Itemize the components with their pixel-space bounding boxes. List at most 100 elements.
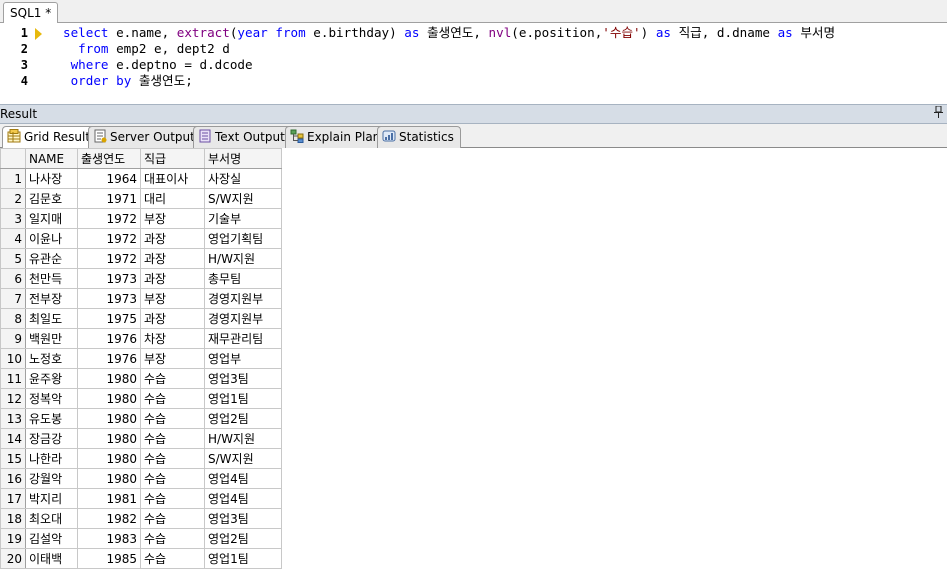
table-row[interactable]: 5 유관순 1972 과장 H/W지원 [0,248,282,269]
cell-department[interactable]: 영업3팀 [204,368,282,389]
cell-department[interactable]: 영업기획팀 [204,228,282,249]
table-row[interactable]: 12 정복악 1980 수습 영업1팀 [0,388,282,409]
cell-department[interactable]: 경영지원부 [204,308,282,329]
cell-birth-year[interactable]: 1980 [77,468,141,489]
cell-birth-year[interactable]: 1975 [77,308,141,329]
cell-position[interactable]: 과장 [140,228,205,249]
table-row[interactable]: 1 나사장 1964 대표이사 사장실 [0,168,282,189]
cell-birth-year[interactable]: 1981 [77,488,141,509]
row-number-cell[interactable]: 8 [0,308,26,329]
cell-department[interactable]: 영업4팀 [204,468,282,489]
row-number-cell[interactable]: 20 [0,548,26,569]
cell-department[interactable]: 영업2팀 [204,528,282,549]
row-number-cell[interactable]: 7 [0,288,26,309]
row-number-cell[interactable]: 15 [0,448,26,469]
cell-position[interactable]: 부장 [140,348,205,369]
cell-department[interactable]: 영업1팀 [204,388,282,409]
cell-birth-year[interactable]: 1972 [77,208,141,229]
cell-department[interactable]: 영업2팀 [204,408,282,429]
cell-name[interactable]: 장금강 [25,428,78,449]
cell-department[interactable]: H/W지원 [204,248,282,269]
cell-name[interactable]: 유도봉 [25,408,78,429]
cell-name[interactable]: 최일도 [25,308,78,329]
cell-department[interactable]: 총무팀 [204,268,282,289]
code-line[interactable]: from emp2 e, dept2 d [63,41,230,57]
column-header-name[interactable]: NAME [25,148,78,169]
cell-birth-year[interactable]: 1973 [77,288,141,309]
cell-position[interactable]: 수습 [140,368,205,389]
cell-position[interactable]: 수습 [140,548,205,569]
row-number-cell[interactable]: 19 [0,528,26,549]
row-number-cell[interactable]: 12 [0,388,26,409]
cell-birth-year[interactable]: 1983 [77,528,141,549]
table-row[interactable]: 3 일지매 1972 부장 기술부 [0,208,282,229]
grid-corner-cell[interactable] [0,148,26,169]
cell-department[interactable]: 영업1팀 [204,548,282,569]
cell-department[interactable]: S/W지원 [204,448,282,469]
table-row[interactable]: 2 김문호 1971 대리 S/W지원 [0,188,282,209]
table-row[interactable]: 10 노정호 1976 부장 영업부 [0,348,282,369]
cell-position[interactable]: 수습 [140,468,205,489]
column-header-birth-year[interactable]: 출생연도 [77,148,141,169]
row-number-cell[interactable]: 5 [0,248,26,269]
cell-birth-year[interactable]: 1980 [77,388,141,409]
tab-text-output[interactable]: Text Output [193,126,292,148]
table-row[interactable]: 19 김설악 1983 수습 영업2팀 [0,528,282,549]
cell-position[interactable]: 부장 [140,288,205,309]
cell-birth-year[interactable]: 1972 [77,228,141,249]
cell-birth-year[interactable]: 1980 [77,368,141,389]
cell-name[interactable]: 강월악 [25,468,78,489]
cell-name[interactable]: 유관순 [25,248,78,269]
cell-position[interactable]: 과장 [140,308,205,329]
row-number-cell[interactable]: 3 [0,208,26,229]
cell-birth-year[interactable]: 1964 [77,168,141,189]
cell-position[interactable]: 수습 [140,508,205,529]
table-row[interactable]: 4 이윤나 1972 과장 영업기획팀 [0,228,282,249]
row-number-cell[interactable]: 14 [0,428,26,449]
cell-position[interactable]: 과장 [140,268,205,289]
cell-birth-year[interactable]: 1971 [77,188,141,209]
row-number-cell[interactable]: 2 [0,188,26,209]
cell-department[interactable]: H/W지원 [204,428,282,449]
table-row[interactable]: 7 전부장 1973 부장 경영지원부 [0,288,282,309]
cell-name[interactable]: 김설악 [25,528,78,549]
cell-name[interactable]: 천만득 [25,268,78,289]
cell-position[interactable]: 수습 [140,408,205,429]
cell-position[interactable]: 대표이사 [140,168,205,189]
pin-icon[interactable] [934,105,943,121]
cell-name[interactable]: 윤주왕 [25,368,78,389]
cell-position[interactable]: 수습 [140,428,205,449]
cell-birth-year[interactable]: 1980 [77,408,141,429]
cell-birth-year[interactable]: 1985 [77,548,141,569]
cell-department[interactable]: 기술부 [204,208,282,229]
cell-department[interactable]: S/W지원 [204,188,282,209]
cell-name[interactable]: 정복악 [25,388,78,409]
table-row[interactable]: 18 최오대 1982 수습 영업3팀 [0,508,282,529]
table-row[interactable]: 15 나한라 1980 수습 S/W지원 [0,448,282,469]
cell-birth-year[interactable]: 1982 [77,508,141,529]
table-row[interactable]: 8 최일도 1975 과장 경영지원부 [0,308,282,329]
cell-name[interactable]: 일지매 [25,208,78,229]
row-number-cell[interactable]: 11 [0,368,26,389]
row-number-cell[interactable]: 18 [0,508,26,529]
table-row[interactable]: 17 박지리 1981 수습 영업4팀 [0,488,282,509]
cell-name[interactable]: 나한라 [25,448,78,469]
cell-department[interactable]: 영업부 [204,348,282,369]
code-line[interactable]: order by 출생연도; [63,73,193,89]
row-number-cell[interactable]: 1 [0,168,26,189]
table-row[interactable]: 20 이태백 1985 수습 영업1팀 [0,548,282,569]
cell-position[interactable]: 대리 [140,188,205,209]
tab-explain-plan[interactable]: Explain Plan [285,126,388,148]
tab-sql1[interactable]: SQL1 * [3,2,59,24]
cell-department[interactable]: 경영지원부 [204,288,282,309]
cell-position[interactable]: 수습 [140,388,205,409]
cell-name[interactable]: 백원만 [25,328,78,349]
row-number-cell[interactable]: 17 [0,488,26,509]
cell-position[interactable]: 차장 [140,328,205,349]
cell-birth-year[interactable]: 1973 [77,268,141,289]
row-number-cell[interactable]: 6 [0,268,26,289]
table-row[interactable]: 16 강월악 1980 수습 영업4팀 [0,468,282,489]
column-header-position[interactable]: 직급 [140,148,205,169]
code-line[interactable]: select e.name, extract(year from e.birth… [63,25,835,41]
table-row[interactable]: 6 천만득 1973 과장 총무팀 [0,268,282,289]
